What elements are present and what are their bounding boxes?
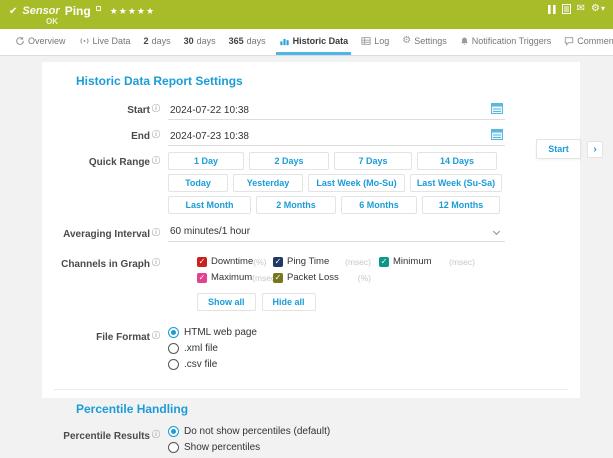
info-icon[interactable]: ⓘ xyxy=(152,331,160,340)
next-chevron-button[interactable]: › xyxy=(587,141,603,158)
start-row: Startⓘ xyxy=(42,100,580,120)
comment-icon xyxy=(564,36,574,46)
info-icon[interactable]: ⓘ xyxy=(152,156,160,165)
section-divider xyxy=(54,389,568,390)
tab-settings[interactable]: ⚙ Settings xyxy=(399,29,450,55)
channel-maximum: ✓ Maximum (msec) xyxy=(197,272,265,283)
quick-range-button[interactable]: 2 Months xyxy=(256,196,336,214)
quick-range-button[interactable]: Last Month xyxy=(168,196,251,214)
info-icon[interactable]: ⓘ xyxy=(152,430,160,439)
tab-365-days[interactable]: 365days xyxy=(226,29,269,55)
averaging-interval-select[interactable]: 60 minutes/1 hour xyxy=(168,224,505,242)
pause-icon[interactable] xyxy=(548,5,556,14)
quick-range-button[interactable]: Last Week (Su-Sa) xyxy=(410,174,502,192)
tab-live-data[interactable]: Live Data xyxy=(76,29,134,55)
end-datetime-input[interactable] xyxy=(168,129,505,146)
hide-all-button[interactable]: Hide all xyxy=(262,293,316,311)
tab-bar: Overview Live Data 2days 30days 365days … xyxy=(0,29,613,56)
tab-30-days[interactable]: 30days xyxy=(181,29,219,55)
end-row: Endⓘ xyxy=(42,126,580,146)
channel-unit: (msec) xyxy=(449,257,475,267)
tab-notification-triggers[interactable]: Notification Triggers xyxy=(457,29,555,55)
bar-chart-icon xyxy=(279,36,290,46)
radio-unselected xyxy=(168,359,179,370)
quick-range-button[interactable]: 2 Days xyxy=(249,152,329,170)
show-all-button[interactable]: Show all xyxy=(197,293,256,311)
email-icon[interactable]: ✉ xyxy=(577,4,585,14)
calendar-icon[interactable] xyxy=(491,101,503,119)
info-icon[interactable]: ⓘ xyxy=(152,104,160,113)
channel-unit: (%) xyxy=(253,257,266,267)
file-format-option-html[interactable]: HTML web page xyxy=(168,327,505,338)
end-label: Endⓘ xyxy=(42,126,160,142)
tab-historic-data[interactable]: Historic Data xyxy=(276,29,352,55)
file-format-option-csv[interactable]: .csv file xyxy=(168,359,505,370)
start-datetime-input[interactable] xyxy=(168,103,505,120)
status-badge: OK xyxy=(46,17,58,26)
section-heading-percentile: Percentile Handling xyxy=(76,402,580,416)
radio-selected xyxy=(168,327,179,338)
quick-range-button[interactable]: Yesterday xyxy=(233,174,303,192)
quick-range-button[interactable]: 6 Months xyxy=(341,196,417,214)
tab-2-days[interactable]: 2days xyxy=(141,29,174,55)
channel-downtime: ✓ Downtime (%) xyxy=(197,256,265,267)
priority-stars[interactable]: ★★★★★ xyxy=(110,6,155,17)
channel-minimum: ✓ Minimum (msec) xyxy=(379,256,475,267)
radio-selected xyxy=(168,426,179,437)
tab-comments[interactable]: Comments xyxy=(561,29,613,55)
file-format-row: File Formatⓘ HTML web page .xml file .cs… xyxy=(42,327,580,375)
quick-range-row: Quick Rangeⓘ 1 Day 2 Days 7 Days 14 Days… xyxy=(42,152,580,214)
settings-dropdown-icon[interactable]: ⚙▾ xyxy=(591,4,605,14)
sensor-type-label: Sensor xyxy=(22,5,59,17)
info-icon[interactable]: ⓘ xyxy=(152,258,160,267)
averaging-interval-row: Averaging Intervalⓘ 60 minutes/1 hour xyxy=(42,224,580,242)
tab-overview[interactable]: Overview xyxy=(12,29,69,55)
channel-checkbox[interactable]: ✓ xyxy=(197,273,207,283)
radio-unselected xyxy=(168,343,179,354)
sensor-header: ✔ Sensor Ping ★★★★★ OK ✉ ⚙▾ xyxy=(0,0,613,29)
averaging-interval-label: Averaging Intervalⓘ xyxy=(42,224,160,240)
sensor-flag-icon xyxy=(96,6,101,11)
quick-range-button[interactable]: 1 Day xyxy=(168,152,244,170)
percentile-results-label: Percentile Resultsⓘ xyxy=(42,426,160,442)
status-check-icon: ✔ xyxy=(9,6,17,17)
channel-unit: (msec) xyxy=(345,257,371,267)
tab-log[interactable]: Log xyxy=(358,29,392,55)
percentile-option-none[interactable]: Do not show percentiles (default) xyxy=(168,426,505,437)
quick-range-button[interactable]: 14 Days xyxy=(417,152,497,170)
channel-checkbox[interactable]: ✓ xyxy=(273,257,283,267)
percentile-results-row: Percentile Resultsⓘ Do not show percenti… xyxy=(42,426,580,458)
info-icon[interactable]: ⓘ xyxy=(152,130,160,139)
quick-range-label: Quick Rangeⓘ xyxy=(42,152,160,168)
quick-range-button[interactable]: Last Week (Mo-Su) xyxy=(308,174,405,192)
info-icon[interactable]: ⓘ xyxy=(152,228,160,237)
sensor-name: Ping xyxy=(65,4,91,18)
channel-checkbox[interactable]: ✓ xyxy=(273,273,283,283)
channel-checkbox[interactable]: ✓ xyxy=(197,257,207,267)
channel-ping-time: ✓ Ping Time (msec) xyxy=(273,256,371,267)
channel-packet-loss: ✓ Packet Loss (%) xyxy=(273,272,371,283)
file-format-label: File Formatⓘ xyxy=(42,327,160,343)
start-label: Startⓘ xyxy=(42,100,160,116)
percentile-option-show[interactable]: Show percentiles xyxy=(168,442,505,453)
channels-label: Channels in Graphⓘ xyxy=(42,254,160,270)
gear-icon: ⚙ xyxy=(402,35,411,46)
start-report-button[interactable]: Start xyxy=(536,139,581,159)
section-heading-report-settings: Historic Data Report Settings xyxy=(76,74,580,88)
report-icon[interactable] xyxy=(562,4,571,14)
quick-range-button[interactable]: Today xyxy=(168,174,228,192)
channels-row: Channels in Graphⓘ ✓ Downtime (%) ✓ Ping… xyxy=(42,254,580,311)
file-format-option-xml[interactable]: .xml file xyxy=(168,343,505,354)
calendar-icon[interactable] xyxy=(491,127,503,145)
channel-checkbox[interactable]: ✓ xyxy=(379,257,389,267)
channel-unit: (%) xyxy=(358,273,371,283)
historic-data-settings-card: Historic Data Report Settings Startⓘ End… xyxy=(42,62,580,398)
start-panel: Start › xyxy=(536,139,603,159)
radio-unselected xyxy=(168,442,179,453)
bell-icon xyxy=(460,36,469,46)
quick-range-button[interactable]: 7 Days xyxy=(334,152,412,170)
quick-range-button[interactable]: 12 Months xyxy=(422,196,500,214)
